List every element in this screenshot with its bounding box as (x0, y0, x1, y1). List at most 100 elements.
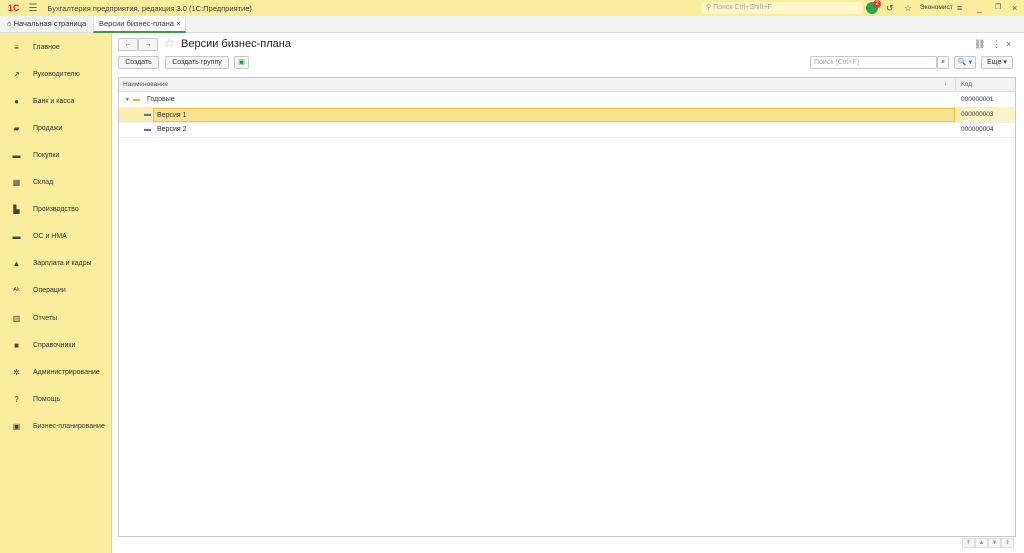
form-close-icon[interactable]: × (1006, 38, 1011, 50)
sidebar-icon: ▦ (12, 178, 21, 187)
restore-icon[interactable]: ❐ (995, 2, 1001, 14)
user-name[interactable]: Экономист (920, 2, 953, 14)
sidebar-icon: ▬ (12, 232, 21, 242)
sidebar-item[interactable]: ▬ ОС и НМА (0, 227, 112, 247)
sidebar-item[interactable]: ▲ Зарплата и кадры (0, 254, 112, 274)
sidebar-item[interactable]: ᴬᵏ Операции (0, 281, 112, 301)
sidebar-item[interactable]: ■ Справочники (0, 335, 112, 355)
tab-bar: ⌂ Начальная страница Версии бизнес-плана… (0, 16, 1024, 33)
sidebar-item-label: Покупки (33, 151, 60, 159)
app-title: Бухгалтерия предприятия, редакция 3.0 (1… (47, 3, 252, 13)
sidebar-item-label: Зарплата и кадры (33, 260, 92, 268)
home-icon: ⌂ (7, 19, 12, 28)
more-actions-icon[interactable]: ⋮ (992, 38, 1001, 50)
sidebar-item-label: Помощь (33, 395, 61, 403)
sort-icon[interactable]: ↓ (944, 80, 947, 87)
row-code: 000000004 (961, 126, 994, 133)
folder-icon: ▬ (133, 96, 140, 103)
item-icon: ▬ (144, 111, 151, 118)
sidebar-item-label: Руководителю (33, 70, 80, 78)
sidebar-item[interactable]: ▣ Бизнес-планирование (0, 416, 112, 436)
sidebar-item[interactable]: ✲ Администрирование (0, 362, 112, 382)
sidebar-item-label: Справочники (33, 341, 76, 349)
scroll-up-button[interactable]: ▲ (975, 538, 988, 548)
table-row[interactable]: ▬ Версия 1 000000003 (119, 108, 1015, 123)
table-row[interactable]: ▬ Версия 2 000000004 (119, 123, 1015, 138)
sidebar-item-label: Продажи (33, 124, 63, 132)
create-button[interactable]: Создать (118, 56, 159, 69)
row-name-cell[interactable]: Версия 1 (153, 108, 955, 122)
app-logo: 1С (8, 3, 20, 13)
column-name[interactable]: Наименование (123, 81, 168, 88)
tab-label: Начальная страница (13, 19, 87, 28)
global-search-input[interactable]: ⚲ Поиск Ctrl+Shift+F (702, 2, 862, 14)
row-code: 000000001 (961, 96, 994, 103)
sidebar-item[interactable]: ▙ Производство (0, 200, 112, 220)
forward-button[interactable]: → (138, 38, 158, 51)
sidebar-icon: ▣ (12, 421, 21, 431)
search-input[interactable]: Поиск (Ctrl+F) (810, 56, 937, 69)
sidebar-icon: ▬ (12, 150, 21, 160)
sidebar-item[interactable]: ▰ Продажи (0, 118, 112, 138)
favorites-star-icon[interactable]: ☆ (904, 2, 912, 14)
sidebar-icon: ↗ (13, 69, 20, 79)
form-area: ← → ☆ Версии бизнес-плана ⛓ ⋮ × Создать … (112, 33, 1024, 553)
sidebar-item[interactable]: ≡ Главное (0, 37, 112, 57)
sidebar-item[interactable]: ↗ Руководителю (0, 64, 112, 84)
sidebar-icon: ✲ (13, 367, 20, 377)
row-code: 000000003 (961, 108, 1015, 122)
sidebar-item[interactable]: ▥ Отчеты (0, 308, 112, 328)
tab-close-icon[interactable]: × (176, 19, 180, 28)
settings-menu-icon[interactable]: ≡ (957, 2, 962, 14)
sidebar-icon: ᴬᵏ (13, 286, 20, 296)
sidebar-item-label: Склад (33, 179, 54, 186)
export-icon[interactable]: ▣ (234, 56, 249, 69)
sidebar-icon: ▰ (13, 123, 20, 133)
notifications-count: 2 (873, 0, 881, 8)
notifications-icon[interactable]: 2 (866, 0, 881, 14)
column-code[interactable]: Код (961, 81, 972, 88)
sidebar-icon: ? (14, 394, 19, 404)
link-icon[interactable]: ⛓ (974, 38, 985, 50)
tab-home[interactable]: ⌂ Начальная страница (2, 16, 91, 33)
scroll-last-button[interactable]: ⇟ (1001, 538, 1014, 548)
row-name: Версия 1 (157, 112, 187, 119)
tab-business-plan-versions[interactable]: Версии бизнес-плана × (93, 16, 187, 33)
favorite-star-icon[interactable]: ☆ (164, 36, 175, 50)
sidebar-item-label: Операции (33, 287, 66, 295)
table-row[interactable]: ▼ ▬ Годовые 000000001 (119, 93, 1015, 108)
sidebar-item[interactable]: ? Помощь (0, 389, 112, 409)
create-group-button[interactable]: Создать группу (165, 56, 229, 69)
sidebar-item-label: Главное (33, 43, 60, 51)
sidebar: ≡ Главное ↗ Руководителю ● Банк и касса ▰ Прода… (0, 33, 112, 553)
menu-icon[interactable]: ☰ (29, 3, 38, 14)
table-header: Наименование ↓ Код (119, 78, 1015, 92)
expand-icon[interactable]: ▼ (125, 93, 130, 107)
tab-label: Версии бизнес-плана (99, 19, 174, 28)
sidebar-icon: ■ (14, 340, 19, 350)
sidebar-item-label: Банк и касса (33, 97, 75, 105)
close-icon[interactable]: × (1012, 2, 1017, 14)
sidebar-icon: ▥ (12, 313, 21, 323)
scroll-first-button[interactable]: ⇞ (962, 538, 975, 548)
title-bar: 1С ☰ Бухгалтерия предприятия, редакция 3… (0, 0, 1024, 16)
more-button[interactable]: Еще ▾ (981, 56, 1013, 69)
search-button[interactable]: 🔍 ▾ (954, 56, 976, 69)
scroll-down-button[interactable]: ▼ (988, 538, 1001, 548)
back-button[interactable]: ← (118, 38, 138, 51)
sidebar-item-label: Отчеты (33, 314, 58, 322)
sidebar-item[interactable]: ▦ Склад (0, 173, 112, 193)
history-icon[interactable]: ↺ (886, 2, 894, 14)
sidebar-icon: ▲ (12, 259, 21, 269)
page-title: Версии бизнес-плана (181, 38, 291, 50)
sidebar-item[interactable]: ● Банк и касса (0, 91, 112, 111)
sidebar-item-label: ОС и НМА (33, 233, 67, 241)
global-search-placeholder: Поиск Ctrl+Shift+F (713, 4, 772, 11)
sidebar-icon: ≡ (14, 42, 19, 52)
sidebar-item-label: Производство (33, 206, 79, 214)
sidebar-item[interactable]: ▬ Покупки (0, 145, 112, 165)
minimize-icon[interactable]: _ (977, 2, 982, 14)
search-clear-button[interactable]: × (937, 56, 949, 69)
sidebar-icon: ▙ (13, 205, 20, 215)
row-name: Годовые (147, 96, 175, 103)
